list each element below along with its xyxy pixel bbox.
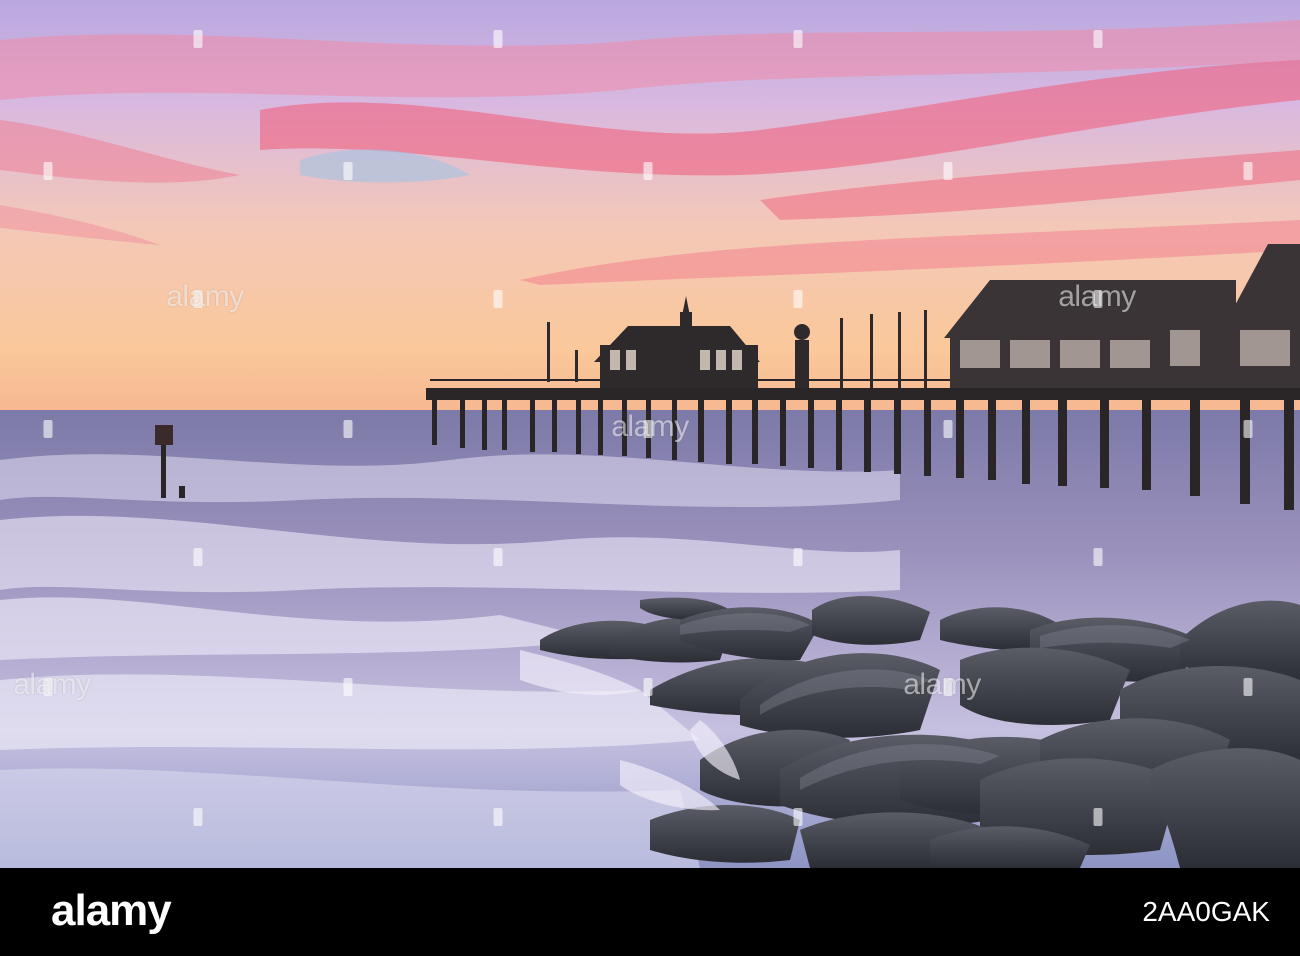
watermark-pin-icon — [943, 420, 953, 438]
watermark-pin-icon — [793, 30, 803, 48]
watermark-pin-icon — [643, 678, 653, 696]
alamy-logo: alamy — [51, 886, 172, 935]
watermark-pin-icon — [493, 290, 503, 308]
watermark-pin-icon — [793, 808, 803, 826]
watermark-pin-icon — [1243, 420, 1253, 438]
watermark-pin-icon — [793, 548, 803, 566]
marker-sign — [155, 425, 173, 445]
watermark-pin-icon — [493, 30, 503, 48]
watermark-pin-icon — [1243, 162, 1253, 180]
clock-tower — [794, 324, 810, 388]
image-id: 2AA0GAK — [1142, 896, 1270, 927]
watermark-pin-icon — [343, 162, 353, 180]
watermark-pin-icon — [343, 420, 353, 438]
watermark-text: alamy — [903, 668, 981, 701]
watermark-pin-icon — [493, 548, 503, 566]
watermark-text: alamy — [13, 668, 91, 701]
watermark-pin-icon — [43, 162, 53, 180]
watermark-pin-icon — [943, 162, 953, 180]
pier-deck — [426, 388, 1300, 400]
watermark-pin-icon — [793, 290, 803, 308]
watermark-pin-icon — [1093, 548, 1103, 566]
watermark-pin-icon — [193, 808, 203, 826]
watermark-text: alamy — [166, 280, 244, 313]
watermark-pin-icon — [193, 548, 203, 566]
watermark-pin-icon — [493, 808, 503, 826]
marker-post-small — [179, 486, 185, 498]
watermark-pin-icon — [1243, 678, 1253, 696]
watermark-pin-icon — [1093, 30, 1103, 48]
watermark-pin-icon — [643, 162, 653, 180]
watermark-pin-icon — [1093, 808, 1103, 826]
watermark-text: alamy — [1058, 280, 1136, 313]
watermark-pin-icon — [343, 678, 353, 696]
footer-bar: alamy 2AA0GAK — [0, 868, 1300, 956]
watermark-pin-icon — [43, 420, 53, 438]
watermark-text: alamy — [611, 410, 689, 443]
watermark-pin-icon — [193, 30, 203, 48]
